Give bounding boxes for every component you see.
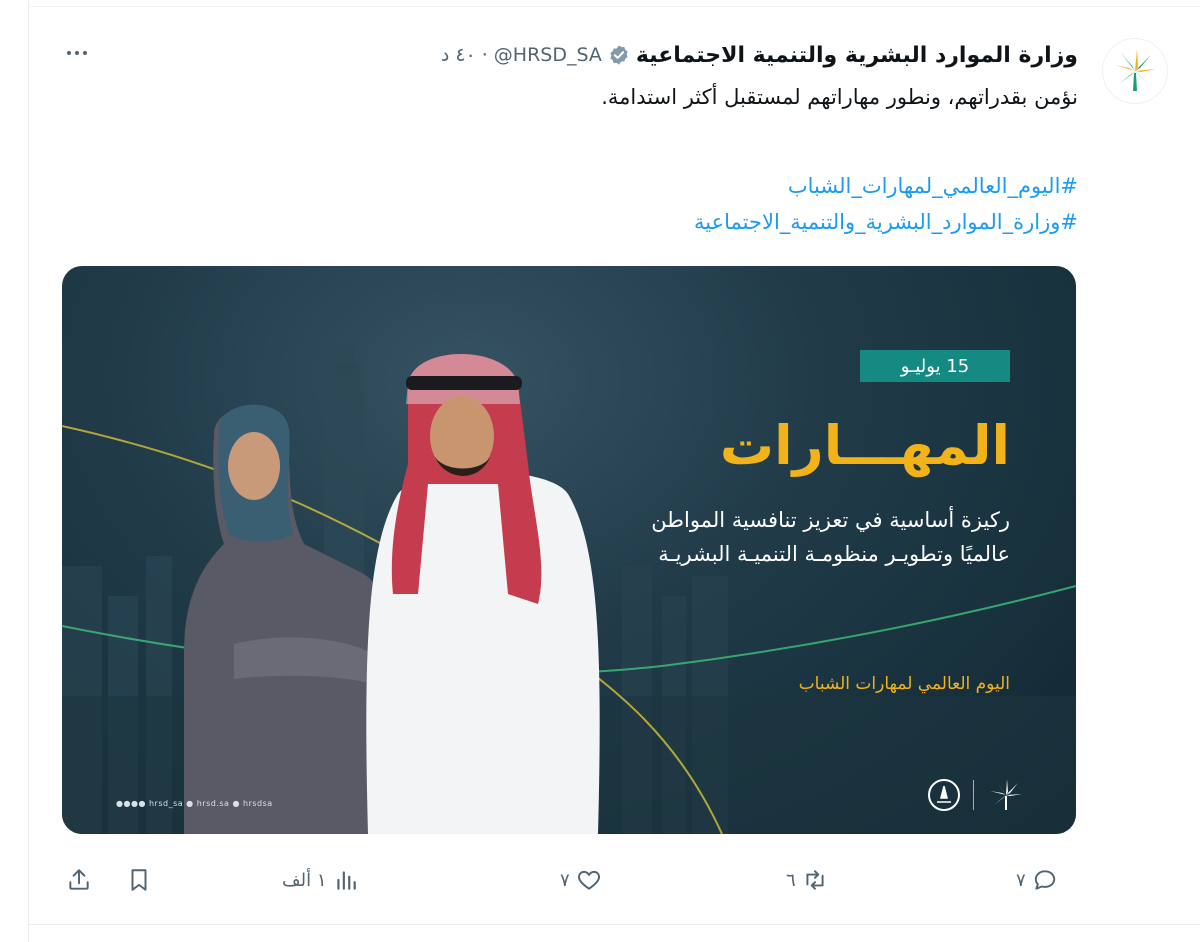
author-name[interactable]: وزارة الموارد البشرية والتنمية الاجتماعي… — [636, 43, 1078, 68]
media-social-handles: ●●●● hrsd_sa ● hrsd.sa ● hrsdsa — [116, 799, 273, 808]
heart-icon — [577, 870, 600, 890]
ministry-emblem-icon — [928, 779, 960, 811]
tweet[interactable]: وزارة الموارد البشرية والتنمية الاجتماعي… — [30, 8, 1200, 924]
retweet-button[interactable]: ٦ — [786, 860, 828, 900]
author-handle[interactable]: @HRSD_SA — [494, 44, 602, 66]
timeline-top-border — [28, 6, 1200, 7]
tweet-hashtags: #اليوم_العالمي_لمهارات_الشباب #وزارة_الم… — [694, 168, 1078, 240]
views-count: ١ ألف — [282, 869, 327, 891]
media-subtitle-line: عالميًا وتطويـر منظومـة التنميـة البشريـ… — [658, 542, 1010, 566]
meta-separator: · — [481, 44, 488, 66]
verified-badge-icon — [610, 45, 628, 65]
bookmark-button[interactable] — [126, 860, 152, 900]
media-date-badge: 15 يوليـو — [860, 350, 1010, 382]
views-button[interactable]: ١ ألف — [282, 860, 359, 900]
replies-count: ٧ — [1016, 869, 1026, 891]
more-options-icon[interactable] — [60, 38, 94, 68]
retweets-count: ٦ — [786, 869, 796, 891]
hashtag-link[interactable]: #وزارة_الموارد_البشرية_والتنمية_الاجتماع… — [694, 204, 1078, 240]
bookmark-icon — [131, 869, 147, 891]
media-occasion-text: اليوم العالمي لمهارات الشباب — [798, 674, 1010, 694]
avatar[interactable] — [1102, 38, 1168, 104]
like-button[interactable]: ٧ — [560, 860, 602, 900]
reply-button[interactable]: ٧ — [1016, 860, 1058, 900]
retweet-icon — [806, 870, 824, 890]
ministry-palm-logo-icon — [1115, 49, 1156, 91]
media-subtitle-line: ركيزة أساسية في تعزيز تنافسية المواطن — [651, 508, 1010, 532]
media-title: المهـــارات — [719, 414, 1010, 477]
timeline-left-border — [28, 0, 29, 942]
likes-count: ٧ — [560, 869, 570, 891]
hashtag-link[interactable]: #اليوم_العالمي_لمهارات_الشباب — [694, 168, 1078, 204]
share-icon — [69, 869, 89, 890]
tweet-timestamp[interactable]: ٤٠ د — [441, 44, 476, 66]
palm-logo-icon — [990, 779, 1022, 810]
media-logos — [927, 778, 1026, 812]
man-figure — [366, 354, 600, 834]
analytics-bar-chart-icon — [336, 871, 356, 890]
tweet-text: نؤمن بقدراتهم، ونطور مهاراتهم لمستقبل أك… — [601, 85, 1078, 109]
reply-bubble-icon — [1034, 870, 1055, 890]
tweet-bottom-divider — [28, 924, 1200, 925]
tweet-action-bar: ١ ألف ٧ ٦ ٧ — [30, 860, 1200, 900]
share-button[interactable] — [66, 860, 92, 900]
tweet-media-image[interactable]: 15 يوليـو المهـــارات ركيزة أساسية في تع… — [62, 266, 1076, 834]
tweet-header: وزارة الموارد البشرية والتنمية الاجتماعي… — [441, 40, 1078, 70]
logo-separator — [973, 780, 974, 810]
